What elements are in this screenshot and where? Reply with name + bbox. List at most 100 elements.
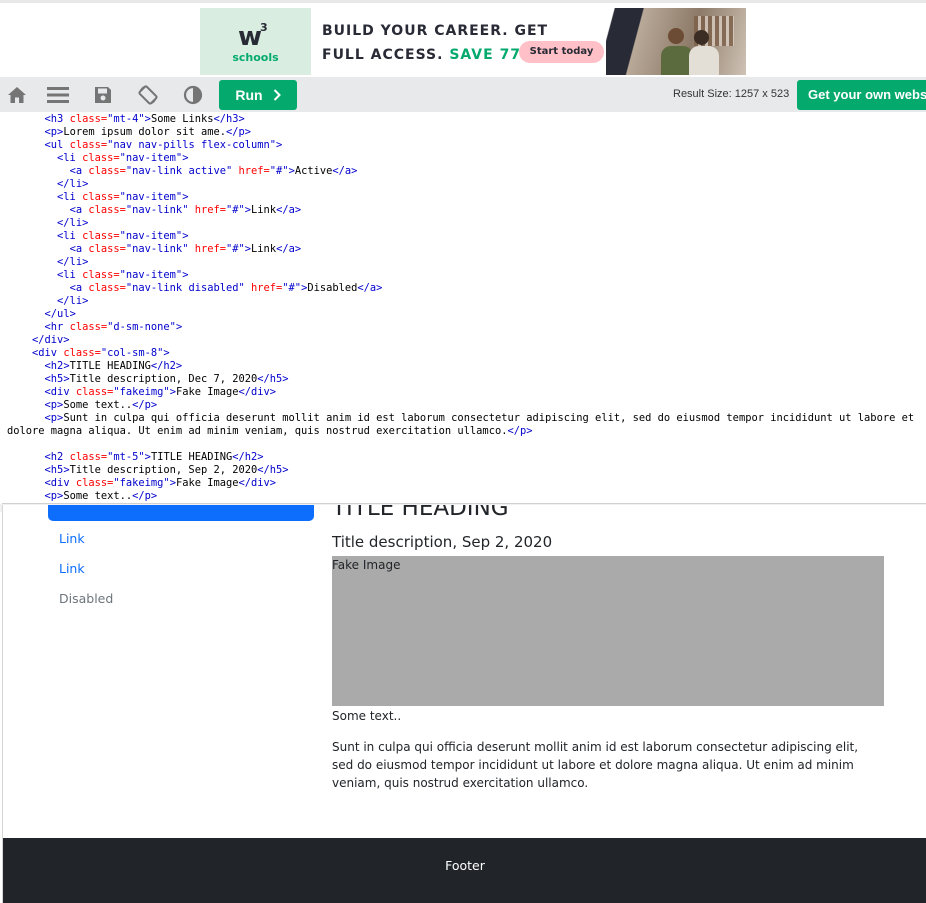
code-line[interactable]: <a class="nav-link" href="#">Link</a>: [7, 243, 926, 256]
code-line[interactable]: <li class="nav-item">: [7, 191, 926, 204]
save-icon[interactable]: [86, 77, 120, 112]
code-token: Some Links: [150, 113, 214, 125]
code-line[interactable]: <div class="col-sm-8">: [7, 347, 926, 360]
code-line[interactable]: </li>: [7, 178, 926, 191]
run-button[interactable]: Run: [219, 80, 297, 110]
code-token: class=: [69, 321, 108, 333]
code-token: <div: [32, 347, 64, 359]
code-line[interactable]: <li class="nav-item">: [7, 230, 926, 243]
code-token: Lorem ipsum dolor sit ame.: [63, 126, 226, 138]
code-token: class=: [88, 204, 126, 216]
contrast-icon[interactable]: [176, 77, 210, 112]
code-token: "mt-5": [107, 451, 145, 463]
rotate-icon[interactable]: [131, 77, 165, 112]
code-line[interactable]: <a class="nav-link" href="#">Link</a>: [7, 204, 926, 217]
code-lines[interactable]: <h3 class="mt-4">Some Links</h3> <p>Lore…: [2, 112, 926, 503]
code-line[interactable]: </li>: [7, 256, 926, 269]
code-line[interactable]: </ul>: [7, 308, 926, 321]
code-editor[interactable]: <h3 class="mt-4">Some Links</h3> <p>Lore…: [2, 112, 926, 504]
code-token: href=: [188, 243, 226, 255]
code-token: "fakeimg": [113, 477, 170, 489]
code-token: </h3>: [213, 113, 245, 125]
code-token: Some text..: [63, 490, 133, 502]
code-line[interactable]: <p>Some text..</p>: [7, 399, 926, 412]
code-token: "#": [226, 204, 245, 216]
code-token: <h5>: [44, 373, 70, 385]
code-token: Link: [251, 204, 277, 216]
nav-link-2[interactable]: Link: [59, 561, 85, 576]
code-token: <ul: [44, 139, 70, 151]
get-your-own-website-button[interactable]: Get your own website: [797, 80, 926, 110]
code-token: class=: [75, 386, 114, 398]
code-token: Link: [251, 243, 277, 255]
title-heading: TITLE HEADING: [332, 505, 509, 521]
logo-text: schools: [232, 51, 279, 64]
code-line[interactable]: <p>Sunt in culpa qui officia deserunt mo…: [7, 412, 926, 425]
code-line[interactable]: <h2>TITLE HEADING</h2>: [7, 360, 926, 373]
ad-banner[interactable]: w3 schools BUILD YOUR CAREER. GET FULL A…: [200, 8, 746, 75]
code-line[interactable]: <ul class="nav nav-pills flex-column">: [7, 139, 926, 152]
code-token: <p>: [44, 399, 64, 411]
code-token: <a: [69, 282, 89, 294]
code-token: TITLE HEADING: [150, 451, 233, 463]
code-line[interactable]: <a class="nav-link disabled" href="#">Di…: [7, 282, 926, 295]
code-line[interactable]: <h3 class="mt-4">Some Links</h3>: [7, 113, 926, 126]
home-icon[interactable]: [0, 77, 34, 112]
code-line[interactable]: </li>: [7, 295, 926, 308]
code-line[interactable]: <h5>Title description, Sep 2, 2020</h5>: [7, 464, 926, 477]
code-line[interactable]: dolore magna aliqua. Ut enim ad minim ve…: [7, 425, 926, 438]
code-token: "#": [269, 165, 289, 177]
code-token: "nav-link": [125, 204, 189, 216]
code-line[interactable]: <p>Lorem ipsum dolor sit ame.</p>: [7, 126, 926, 139]
code-line[interactable]: [7, 438, 926, 451]
code-token: </a>: [332, 165, 358, 177]
code-line[interactable]: <div class="fakeimg">Fake Image</div>: [7, 477, 926, 490]
code-line[interactable]: <h5>Title description, Dec 7, 2020</h5>: [7, 373, 926, 386]
code-token: Title description, Sep 2, 2020: [69, 464, 258, 476]
nav-link-1[interactable]: Link: [59, 531, 85, 546]
code-token: class=: [88, 282, 126, 294]
code-line[interactable]: <hr class="d-sm-none">: [7, 321, 926, 334]
code-line[interactable]: </div>: [7, 334, 926, 347]
code-token: </h2>: [150, 360, 183, 372]
menu-icon[interactable]: [41, 77, 75, 112]
fake-image: Fake Image: [332, 556, 884, 706]
code-line[interactable]: <li class="nav-item">: [7, 269, 926, 282]
ad-headline-1: BUILD YOUR CAREER. GET: [322, 23, 549, 39]
code-token: Fake Image: [175, 477, 239, 489]
code-token: class=: [82, 230, 120, 242]
code-line[interactable]: <div class="fakeimg">Fake Image</div>: [7, 386, 926, 399]
start-today-button[interactable]: Start today: [519, 41, 604, 63]
title-description: Title description, Sep 2, 2020: [332, 533, 553, 551]
code-line[interactable]: <li class="nav-item">: [7, 152, 926, 165]
code-token: </li>: [57, 217, 89, 229]
code-token: </h5>: [257, 373, 289, 385]
code-line[interactable]: <h2 class="mt-5">TITLE HEADING</h2>: [7, 451, 926, 464]
nav-link-active[interactable]: [48, 505, 314, 521]
code-line[interactable]: <a class="nav-link active" href="#">Acti…: [7, 165, 926, 178]
code-token: >: [182, 269, 189, 281]
code-token: href=: [188, 204, 226, 216]
ad-area: w3 schools BUILD YOUR CAREER. GET FULL A…: [0, 0, 926, 77]
code-token: "nav-link": [125, 243, 189, 255]
code-token: </li>: [57, 256, 89, 268]
code-token: >: [182, 152, 189, 164]
code-token: Sunt in culpa qui officia deserunt molli…: [63, 412, 915, 424]
code-line[interactable]: <p>Some text..</p>: [7, 490, 926, 503]
code-token: <a: [69, 165, 89, 177]
code-token: </ul>: [44, 308, 76, 320]
code-token: class=: [82, 191, 120, 203]
code-line[interactable]: </li>: [7, 217, 926, 230]
code-token: <li: [57, 152, 83, 164]
code-token: <li: [57, 191, 83, 203]
editor-toolbar: Run Result Size: 1257 x 523 Get your own…: [0, 77, 926, 112]
